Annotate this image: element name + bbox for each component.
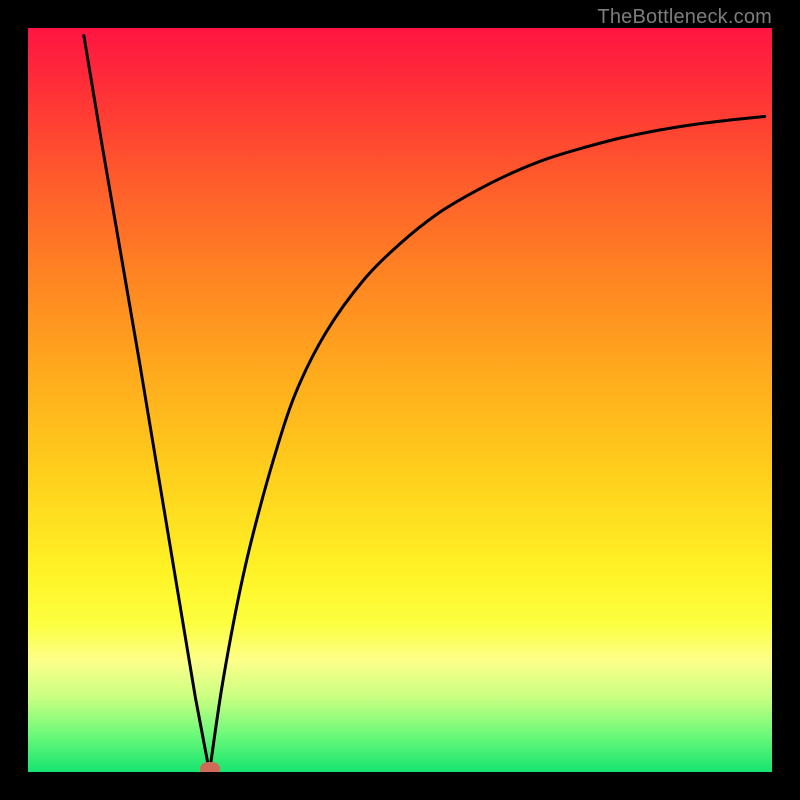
bottleneck-curve <box>28 28 772 772</box>
chart-frame: TheBottleneck.com <box>0 0 800 800</box>
optimum-marker <box>200 762 220 772</box>
plot-area <box>28 28 772 772</box>
watermark-text: TheBottleneck.com <box>597 6 772 29</box>
curve-right-branch <box>210 117 765 773</box>
curve-left-branch <box>84 35 210 772</box>
